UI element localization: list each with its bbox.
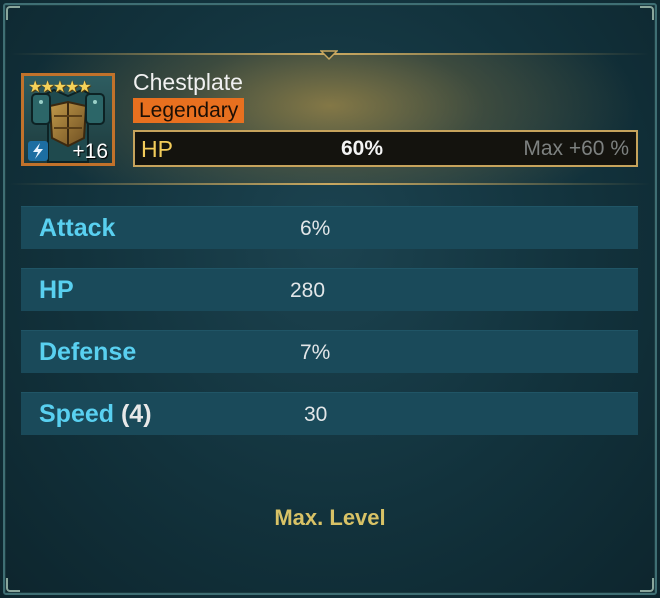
item-details-panel: ★★★★★ +16 Chestplate Legendary HP 60% Ma…: [0, 0, 660, 598]
substat-name: Attack: [39, 214, 116, 242]
substat-rolls: (4): [120, 400, 152, 428]
substat-value: 7%: [300, 341, 331, 364]
pointer-arrow-icon: [320, 50, 338, 61]
substat-value: 6%: [300, 217, 331, 240]
main-stat-value: 60%: [341, 137, 384, 160]
rarity-stars: ★★★★★: [28, 79, 92, 96]
frame-corner: [6, 578, 20, 592]
header-divider: [10, 183, 650, 185]
substat-row: Speed (4) 30: [21, 392, 638, 435]
substat-row: HP 280: [21, 268, 638, 311]
substat-row: Attack 6%: [21, 206, 638, 249]
item-icon-frame[interactable]: ★★★★★ +16: [21, 73, 115, 166]
frame-corner: [640, 578, 654, 592]
enhance-lightning-icon: [28, 141, 48, 161]
frame-corner: [6, 6, 20, 20]
rarity-badge: Legendary: [133, 98, 245, 123]
substat-row: Defense 7%: [21, 330, 638, 373]
frame-corner: [640, 6, 654, 20]
max-level-label: Max. Level: [274, 505, 386, 530]
main-stat-name: HP: [141, 136, 173, 162]
substat-name: Speed (4): [39, 400, 152, 428]
main-stat-bar: HP 60% Max +60 %: [133, 130, 638, 167]
substat-name: HP: [39, 276, 74, 304]
substat-value: 30: [304, 403, 328, 426]
item-name: Chestplate: [133, 69, 243, 95]
main-stat-max: Max +60 %: [523, 137, 629, 160]
substat-name: Defense: [39, 338, 137, 366]
substat-value: 280: [290, 279, 326, 302]
item-level: +16: [72, 140, 108, 163]
